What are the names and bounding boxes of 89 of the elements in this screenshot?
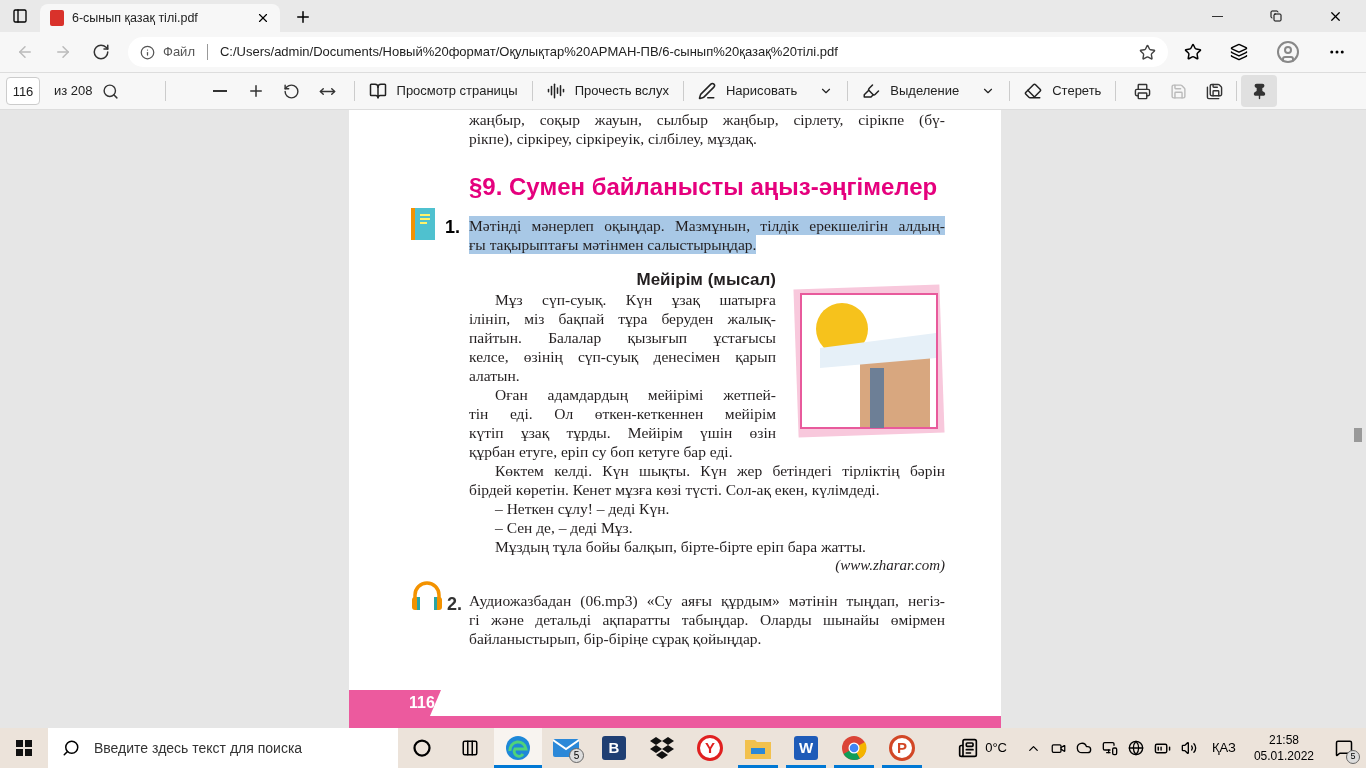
clock-date: 05.01.2022 (1253, 748, 1314, 764)
notifications-icon[interactable] (1335, 739, 1353, 757)
app-round-icon: P (889, 735, 915, 761)
search-icon (102, 82, 120, 100)
toolbar-button[interactable]: Нарисовать (691, 75, 840, 107)
scroll-thumb[interactable] (1354, 428, 1362, 442)
clock-time: 21:58 (1268, 732, 1299, 748)
pin-button[interactable] (1241, 75, 1278, 107)
search-icon (62, 739, 80, 757)
pen-icon (697, 82, 716, 100)
rotate-icon (283, 82, 301, 100)
notification-badge: 5 (569, 748, 584, 763)
news-icon[interactable] (957, 738, 980, 758)
restore-icon[interactable] (1270, 10, 1282, 22)
story-paragraph: Оған адамдардың мейірімі жетпей- тін еді. Ол өткен-кеткеннен мейірім күтіп ұзақ тұрды. Мейірім үшін өзін құрбан етуге, еріп су боп кетуге бар еді. (469, 385, 776, 461)
read-aloud-icon (546, 82, 565, 100)
taskbar-app[interactable]: Y (686, 728, 734, 768)
story-paragraph: Көктем келді. Күн шықты. Күн жер бетіндегі тірліктің бәрін бірдей көретін. Кенет мұзға көзі түсті. Сол-ақ екен, күлімдеді. (469, 461, 945, 499)
favorites-icon[interactable] (1184, 43, 1202, 61)
toolbar-button[interactable]: Выделение (856, 75, 1002, 107)
info-icon (140, 44, 155, 60)
page-number-field[interactable]: 116 (6, 77, 40, 105)
taskbar-app[interactable]: W (782, 728, 830, 768)
star-plus-icon[interactable] (1139, 43, 1156, 61)
notification-count: 5 (1346, 750, 1360, 764)
text-paragraph: жаңбыр, соқыр жауын, сылбыр жаңбыр, сірлету, сірікпе (бү- рікпе), сіркіреу, сіркіреуік, сілбілеу, мұздақ. (469, 110, 945, 148)
cloud-sync-icon[interactable] (1076, 740, 1092, 756)
sidebar-panel-icon (12, 8, 28, 24)
pdf-file-icon (50, 10, 64, 26)
headphones-icon (411, 581, 443, 611)
running-indicator (786, 765, 826, 768)
file-label: Файл (163, 43, 195, 62)
language-indicator[interactable]: ҚАЗ (1212, 738, 1236, 758)
running-indicator (738, 765, 778, 768)
profile-icon[interactable] (1276, 40, 1300, 64)
close-tab-icon[interactable] (256, 11, 270, 25)
story-paragraph: – Сен де, – деді Мұз. (494, 518, 634, 537)
task-view-icon[interactable] (461, 739, 479, 757)
story-paragraph: – Неткен сұлу! – деді Күн. (494, 499, 671, 518)
task-instruction: Мәтінді мәнерлеп оқыңдар. Мазмұнын, тілдік ерекшелігін алдың- ғы тақырыптағы мәтінмен салыстырыңдар. (469, 216, 945, 254)
running-indicator (494, 765, 542, 768)
chrome-style-icon (841, 735, 867, 761)
address-field[interactable]: Файл C:/Users/admin/Documents/Новый%20формат/Оқулықтар%20АРМАН-ПВ/6-сынып%20қазақ%20тілі.pdf (128, 37, 1168, 67)
app-tile-icon: W (794, 736, 818, 760)
toolbar-button[interactable]: Просмотр страницы (362, 75, 524, 107)
running-indicator (882, 765, 922, 768)
task-number: 2. (447, 593, 462, 616)
device-icon[interactable] (1102, 740, 1118, 756)
toolbar-button[interactable]: Прочесть вслух (540, 75, 675, 107)
task-instruction: Аудиожазбадан (06.mp3) «Су аяғы құрдым» мәтінін тыңдап, негіз- гі және детальді ақпаратты табыңдар. Оларды шынайы өмірмен байланыстырып, бір-біріңе сұрақ қойыңдар. (469, 591, 945, 648)
minimize-icon[interactable] (1212, 15, 1223, 17)
url-text: C:/Users/admin/Documents/Новый%20формат/Оқулықтар%20АРМАН-ПВ/6-сынып%20қазақ%20тілі.pdf (219, 43, 839, 62)
app-round-icon: Y (697, 735, 723, 761)
tab-title: 6-сынып қазақ тілі.pdf (72, 9, 199, 27)
folder-icon (745, 737, 771, 759)
section-heading: §9. Сумен байланысты аңыз-әңгімелер (468, 172, 939, 202)
collections-icon[interactable] (1230, 43, 1248, 61)
highlighter-icon (862, 82, 881, 100)
running-indicator (834, 765, 874, 768)
toolbar-button[interactable]: Стереть (1018, 75, 1108, 107)
taskbar-app[interactable]: B (590, 728, 638, 768)
story-paragraph: Мұздың тұла бойы балқып, бірте-бірте еріп бара жатты. (494, 537, 867, 556)
taskbar-app[interactable]: 5 (542, 728, 590, 768)
search-placeholder: Введите здесь текст для поиска (94, 738, 303, 758)
save-as-icon (1205, 82, 1223, 100)
story-paragraph: Мұз сүп-суық. Күн ұзақ шатырға ілініп, міз бақпай тұра беруден жалық- пайтын. Балалар қызығып ұстағысы келсе, өзінің сүп-суық денесімен қарып алатын. (469, 290, 776, 385)
minus-icon (212, 90, 227, 92)
taskbar-app[interactable]: P (878, 728, 926, 768)
browser-tab[interactable]: 6-сынып қазақ тілі.pdf (40, 4, 280, 32)
book-icon (411, 208, 435, 240)
printer-icon (1133, 82, 1151, 100)
boxes-icon (649, 737, 675, 759)
page-total: из 208 (54, 82, 93, 101)
swirl-logo-icon (505, 735, 531, 761)
refresh-icon[interactable] (92, 43, 110, 61)
story-title: Мейірім (мысал) (635, 270, 776, 290)
task-number: 1. (445, 216, 460, 239)
clock[interactable]: 21:58 05.01.2022 (1253, 732, 1314, 764)
page-view-icon (368, 82, 387, 100)
taskbar-search-field[interactable]: Введите здесь текст для поиска (48, 728, 398, 768)
network-icon[interactable] (1128, 740, 1144, 756)
temperature: 0°C (985, 739, 1007, 758)
envelope-icon (553, 738, 579, 758)
windows-logo-icon (16, 740, 32, 756)
new-tab-icon[interactable] (294, 8, 312, 26)
app-tile-icon: B (602, 736, 626, 760)
eraser-icon (1024, 82, 1043, 100)
cortana-icon[interactable] (413, 739, 431, 757)
speaker-icon[interactable] (1181, 740, 1197, 756)
